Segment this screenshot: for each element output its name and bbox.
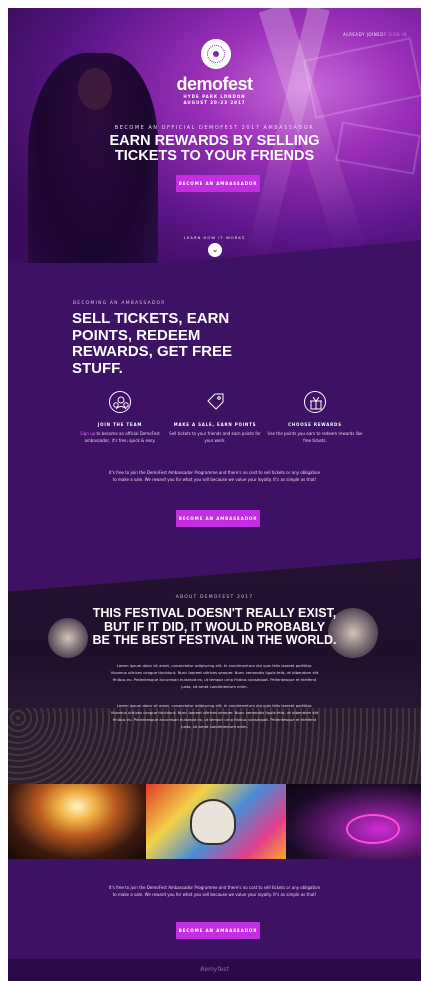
hero-eyebrow: BECOME AN OFFICIAL DEMOFEST 2017 AMBASSA… xyxy=(114,125,315,131)
about-title-line: BE THE BEST FESTIVAL IN THE WORLD. xyxy=(92,633,337,647)
brand-name: demofest xyxy=(176,74,253,94)
become-ambassador-button[interactable]: BECOME AN AMBASSADOR xyxy=(176,510,260,527)
date-line: AUGUST 20-23 2017 xyxy=(183,100,246,105)
signin-link[interactable]: SIGN IN xyxy=(388,32,407,37)
feature-desc: Use the points you earn to redeem reward… xyxy=(267,431,363,443)
mural-heart xyxy=(190,799,236,845)
signin-prompt: ALREADY JOINED? SIGN IN xyxy=(343,32,407,37)
ambassador-title: SELL TICKETS, EARN POINTS, REDEEM REWARD… xyxy=(72,310,233,377)
feature-title: CHOOSE REWARDS xyxy=(288,422,342,427)
about-title: THIS FESTIVAL DOESN'T REALLY EXIST, BUT … xyxy=(8,606,421,648)
learn-how-link[interactable]: LEARN HOW IT WORKS xyxy=(8,235,421,240)
about-title-line: THIS FESTIVAL DOESN'T REALLY EXIST, xyxy=(92,606,337,620)
footer: Bemyfest xyxy=(8,959,421,981)
ambassador-paragraph: It's free to join the DemoFest Ambassado… xyxy=(108,470,321,482)
festival-logo-icon[interactable] xyxy=(201,39,231,69)
about-title-line: BUT IF IT DID, IT WOULD PROBABLY xyxy=(103,619,326,634)
about-paragraph: Lorem ipsum dolor sit amet, consectetur … xyxy=(110,663,319,689)
venue-date: HYDE PARK LONDON AUGUST 20-23 2017 xyxy=(8,94,421,106)
feature-title: JOIN THE TEAM xyxy=(97,422,143,427)
ambassador-section: BECOMING AN AMBASSADOR SELL TICKETS, EAR… xyxy=(8,263,421,593)
gift-icon xyxy=(304,391,326,413)
feature-title: MAKE A SALE, EARN POINTS xyxy=(173,422,257,427)
footer-logo[interactable]: Bemyfest xyxy=(8,966,421,973)
gallery-photo-concert[interactable] xyxy=(8,784,146,859)
signin-prefix: ALREADY JOINED? xyxy=(343,32,387,37)
hero-title: EARN REWARDS BY SELLING TICKETS TO YOUR … xyxy=(8,134,421,164)
feature-desc-text: to become an official DemoFest ambassado… xyxy=(84,431,160,443)
become-ambassador-button[interactable]: BECOME AN AMBASSADOR xyxy=(176,175,260,192)
landing-page: ALREADY JOINED? SIGN IN demofest HYDE PA… xyxy=(8,8,421,981)
chevron-down-icon[interactable]: ⌄ xyxy=(208,243,222,257)
about-eyebrow: ABOUT DEMOFEST 2017 xyxy=(175,595,254,600)
hero-title-line: TICKETS TO YOUR FRIENDS xyxy=(114,148,315,164)
hero-section: ALREADY JOINED? SIGN IN demofest HYDE PA… xyxy=(8,8,421,278)
about-paragraph: Lorem ipsum dolor sit amet, consectetur … xyxy=(110,703,319,729)
photo-gallery xyxy=(8,784,421,859)
tag-icon xyxy=(204,391,226,413)
feature-desc: Sign up to become an official DemoFest a… xyxy=(70,431,170,444)
team-icon xyxy=(109,391,131,413)
bottom-paragraph: It's free to join the DemoFest Ambassado… xyxy=(108,885,321,897)
logo-dot xyxy=(213,51,219,57)
become-ambassador-button[interactable]: BECOME AN AMBASSADOR xyxy=(176,922,260,939)
feature-join: JOIN THE TEAM Sign up to become an offic… xyxy=(70,391,170,444)
feature-rewards: CHOOSE REWARDS Use the points you earn t… xyxy=(265,391,365,444)
signup-link[interactable]: Sign up xyxy=(80,431,95,436)
gallery-photo-dj[interactable] xyxy=(286,784,421,859)
dj-turntable xyxy=(346,814,400,844)
feature-desc: Sell tickets to your friends and earn po… xyxy=(169,431,261,443)
feature-sale: MAKE A SALE, EARN POINTS Sell tickets to… xyxy=(165,391,265,444)
about-section: ABOUT DEMOFEST 2017 THIS FESTIVAL DOESN'… xyxy=(8,558,421,798)
bottom-cta-section: It's free to join the DemoFest Ambassado… xyxy=(8,859,421,959)
hero-title-line: EARN REWARDS BY SELLING xyxy=(109,133,320,149)
gallery-photo-mural[interactable] xyxy=(146,784,286,859)
ambassador-eyebrow: BECOMING AN AMBASSADOR xyxy=(73,301,166,306)
